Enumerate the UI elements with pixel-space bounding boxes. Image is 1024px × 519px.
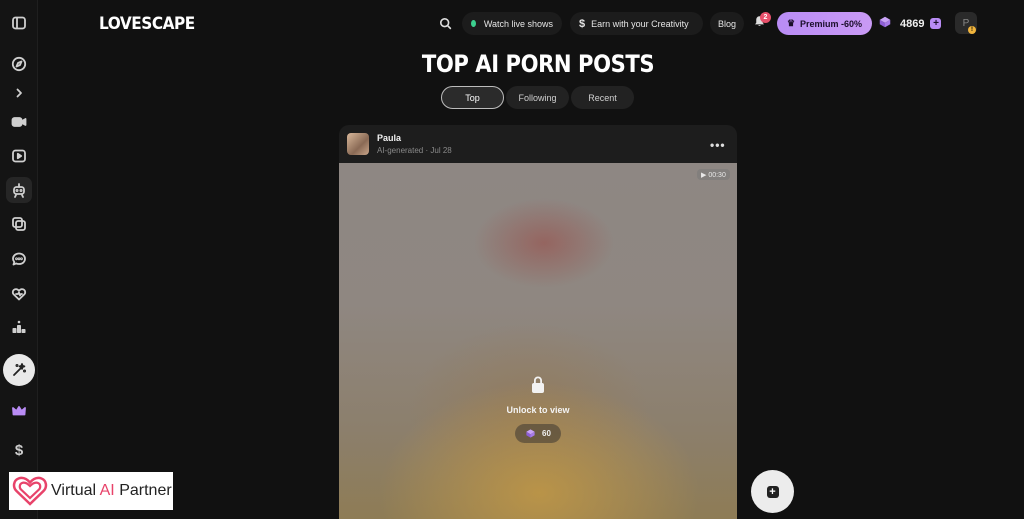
plus-icon: + <box>766 485 779 498</box>
watermark-text-end: Partner <box>114 482 172 499</box>
earn-dollar-icon[interactable]: $ <box>6 437 32 463</box>
heart-logo-icon <box>12 476 48 506</box>
sidebar: $ <box>0 0 38 519</box>
video-camera-icon[interactable] <box>6 109 32 135</box>
earn-button[interactable]: $ Earn with your Creativity <box>570 12 703 35</box>
create-post-button[interactable]: + <box>751 470 794 513</box>
earn-label: Earn with your Creativity <box>591 18 689 29</box>
chat-icon[interactable] <box>6 246 32 272</box>
crown-icon: ♛ <box>786 18 796 28</box>
unlock-price-button[interactable]: 60 <box>515 424 561 443</box>
price-value: 60 <box>542 429 551 438</box>
watermark-text-plain: Virtual <box>51 482 100 499</box>
post-header: Paula AI-generated · Jul 28 ••• <box>339 125 737 163</box>
gallery-icon[interactable] <box>6 211 32 237</box>
watermark-text: Virtual AI Partner <box>51 482 172 500</box>
video-duration: ▶ 00:30 <box>697 169 730 180</box>
premium-button[interactable]: ♛ Premium -60% <box>777 12 872 35</box>
search-icon <box>439 17 451 29</box>
author-name[interactable]: Paula <box>377 133 401 143</box>
gem-icon <box>526 429 535 438</box>
ai-companion-icon[interactable] <box>6 177 32 203</box>
gem-icon <box>878 15 892 32</box>
lock-icon <box>529 375 547 395</box>
tab-following[interactable]: Following <box>506 86 569 109</box>
blurred-media[interactable]: ▶ 00:30 Unlock to view 60 <box>339 163 737 519</box>
watch-live-label: Watch live shows <box>483 18 553 29</box>
tab-recent[interactable]: Recent <box>571 86 634 109</box>
post-card: Paula AI-generated · Jul 28 ••• ▶ 00:30 … <box>339 125 737 519</box>
blog-label: Blog <box>717 18 736 29</box>
watermark-text-accent: AI <box>99 482 115 499</box>
search-button[interactable] <box>435 13 455 33</box>
notification-badge: 2 <box>760 12 771 23</box>
logo[interactable]: LOVESCAPE <box>99 14 195 34</box>
tab-top[interactable]: Top <box>441 86 504 109</box>
dollar-glyph: $ <box>14 441 24 459</box>
sidebar-toggle-icon[interactable] <box>6 10 32 36</box>
coin-amount: 4869 <box>900 17 925 30</box>
magic-wand-icon[interactable] <box>3 354 35 386</box>
premium-label: Premium -60% <box>800 18 863 29</box>
blog-link[interactable]: Blog <box>710 12 744 35</box>
watch-live-button[interactable]: Watch live shows <box>462 12 562 35</box>
heart-icon[interactable] <box>6 281 32 307</box>
page: $ LOVESCAPE Watch live shows $ Earn with… <box>0 0 1024 519</box>
play-icon[interactable] <box>6 143 32 169</box>
explore-icon[interactable] <box>6 51 32 77</box>
coin-balance[interactable]: 4869 + <box>878 12 942 35</box>
live-dot-icon <box>471 20 476 27</box>
unlock-label: Unlock to view <box>506 405 570 415</box>
author-avatar[interactable] <box>347 133 369 155</box>
more-options-icon[interactable]: ••• <box>710 138 726 152</box>
premium-crown-icon[interactable] <box>6 398 32 424</box>
add-coins-button[interactable]: + <box>930 18 942 29</box>
expand-chevron-icon[interactable] <box>6 80 32 106</box>
page-title: TOP AI PORN POSTS <box>421 50 655 78</box>
post-meta: AI-generated · Jul 28 <box>377 146 452 155</box>
warning-badge: ! <box>968 26 976 34</box>
watermark-logo: Virtual AI Partner <box>9 472 173 510</box>
leaderboard-icon[interactable] <box>6 314 32 340</box>
dollar-icon: $ <box>579 17 586 30</box>
